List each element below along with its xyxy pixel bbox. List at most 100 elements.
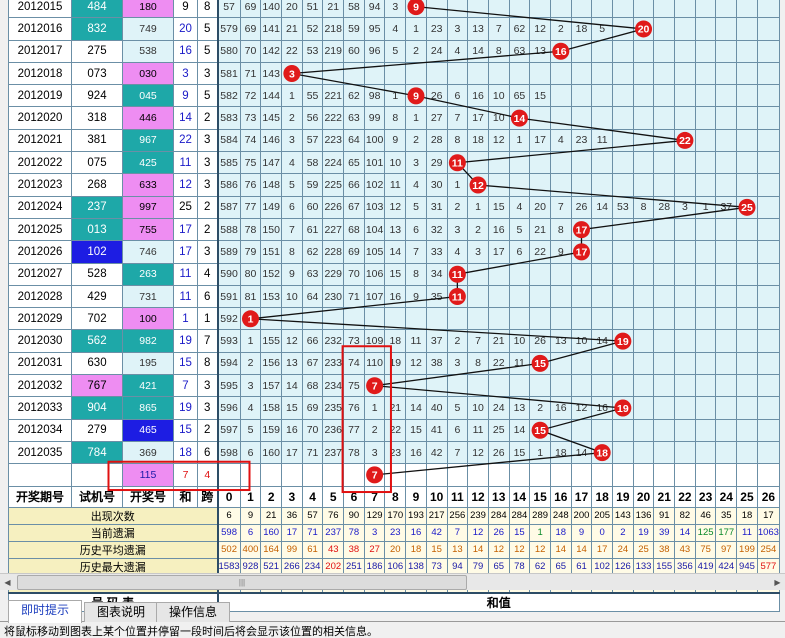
- omission-cell: [612, 262, 634, 286]
- omission-cell: 107: [363, 284, 386, 309]
- table-row: 2012015 484 180 9 8 57 69 140 20 51 21 58 94 3: [8, 0, 780, 19]
- omission-cell: [756, 440, 780, 465]
- omission-cell: [384, 61, 407, 86]
- draw-number-cell: 746: [122, 240, 174, 264]
- omission-cell: 25: [487, 418, 510, 442]
- header-sum-value: 2: [260, 485, 283, 508]
- omission-cell: 3: [446, 217, 469, 242]
- omission-cell: 35: [425, 284, 448, 309]
- tab-instant-tips[interactable]: 即时提示: [8, 600, 83, 623]
- omission-cell: [694, 173, 717, 197]
- prediction-value-cell: [343, 463, 365, 487]
- omission-cell: 234: [322, 374, 345, 398]
- omission-cell: [446, 284, 469, 309]
- stat-value: 99: [281, 540, 303, 559]
- omission-cell: 11: [591, 128, 614, 153]
- span-cell: 6: [197, 440, 218, 465]
- header-sum-value: 11: [446, 485, 469, 508]
- header-sum-value: 21: [653, 485, 676, 508]
- omission-cell: [653, 284, 676, 309]
- prediction-value-cell: [591, 463, 614, 487]
- omission-cell: [508, 173, 531, 197]
- omission-cell: 4: [446, 39, 469, 63]
- omission-cell: 15: [487, 195, 510, 219]
- omission-cell: [529, 374, 551, 398]
- scroll-thumb[interactable]: |||: [17, 575, 467, 590]
- omission-cell: 12: [529, 17, 551, 41]
- omission-cell: 22: [281, 39, 303, 63]
- omission-cell: 225: [322, 173, 345, 197]
- omission-cell: 2: [467, 217, 489, 242]
- omission-cell: 7: [446, 106, 469, 130]
- omission-cell: 78: [239, 217, 262, 242]
- table-row: 2012031 630 195 15 8 594 2 156 13 67 233 74 110 19 12 3…: [8, 351, 780, 376]
- test-number-cell: 784: [71, 440, 123, 465]
- omission-cell: 76: [239, 173, 262, 197]
- sum-cell: 19: [173, 329, 198, 353]
- tab-operation-info[interactable]: 操作信息: [156, 602, 231, 622]
- draw-number-cell: 369: [122, 440, 174, 465]
- omission-cell: 81: [239, 284, 262, 309]
- omission-cell: 12: [384, 195, 407, 219]
- bottom-tabs: 即时提示 图表说明 操作信息: [0, 600, 785, 623]
- omission-cell: 21: [281, 17, 303, 41]
- omission-cell: 147: [260, 151, 283, 175]
- sum-cell: 15: [173, 418, 198, 442]
- omission-cell: [736, 151, 758, 175]
- test-number-cell: 702: [71, 307, 123, 331]
- omission-cell: [632, 418, 655, 442]
- stat-value: 27: [363, 540, 386, 559]
- tab-chart-help[interactable]: 图表说明: [84, 602, 159, 622]
- stat-value: 26: [487, 523, 510, 542]
- prediction-value-cell: [549, 463, 572, 487]
- omission-cell: 75: [239, 151, 262, 175]
- omission-cell: [591, 418, 614, 442]
- stat-value: 0: [591, 523, 614, 542]
- prediction-value-cell: [508, 463, 531, 487]
- omission-cell: [487, 61, 510, 86]
- omission-cell: [715, 307, 738, 331]
- omission-cell: 53: [301, 39, 324, 63]
- scroll-right-icon[interactable]: ▶: [770, 575, 785, 590]
- span-cell: 8: [197, 351, 218, 376]
- omission-cell: [487, 284, 510, 309]
- period-cell: 2012020: [8, 106, 72, 130]
- omission-cell: 4: [446, 240, 469, 264]
- period-cell: 2012024: [8, 195, 72, 219]
- stat-value: 193: [405, 506, 427, 525]
- period-cell: 2012022: [8, 151, 72, 175]
- test-number-cell: 013: [71, 217, 123, 242]
- span-cell: 7: [197, 329, 218, 353]
- stat-value: 1: [529, 523, 551, 542]
- omission-cell: [632, 374, 655, 398]
- omission-cell: 150: [260, 217, 283, 242]
- omission-cell: [508, 262, 531, 286]
- omission-cell: 6: [405, 217, 427, 242]
- omission-cell: [467, 374, 489, 398]
- omission-cell: [591, 440, 614, 465]
- sum-cell: 9: [173, 0, 198, 19]
- prediction-value-cell: [425, 463, 448, 487]
- omission-cell: 7: [281, 217, 303, 242]
- omission-cell: [591, 151, 614, 175]
- table-row: 2012033 904 865 19 3 596 4 158 15 69 235 76 1 21 14 40 5…: [8, 396, 780, 420]
- table-row: 2012030 562 982 19 7 593 1 155 12 66 232 73 109 18 11 3…: [8, 329, 780, 353]
- draw-number-cell: 195: [122, 351, 174, 376]
- omission-cell: [446, 307, 469, 331]
- horizontal-scrollbar[interactable]: ◀ ||| ▶: [0, 573, 785, 590]
- omission-cell: [653, 307, 676, 331]
- header-sum-value: 9: [405, 485, 427, 508]
- omission-cell: 38: [425, 351, 448, 376]
- omission-cell: [736, 396, 758, 420]
- omission-cell: [674, 0, 696, 19]
- prediction-value-cell: [216, 463, 241, 487]
- omission-cell: 16: [281, 418, 303, 442]
- omission-cell: 76: [343, 396, 365, 420]
- omission-cell: [281, 61, 303, 86]
- omission-cell: 160: [260, 440, 283, 465]
- omission-cell: [467, 284, 489, 309]
- scroll-left-icon[interactable]: ◀: [0, 575, 15, 590]
- omission-cell: 142: [260, 39, 283, 63]
- omission-cell: 13: [549, 329, 572, 353]
- omission-cell: 98: [363, 84, 386, 108]
